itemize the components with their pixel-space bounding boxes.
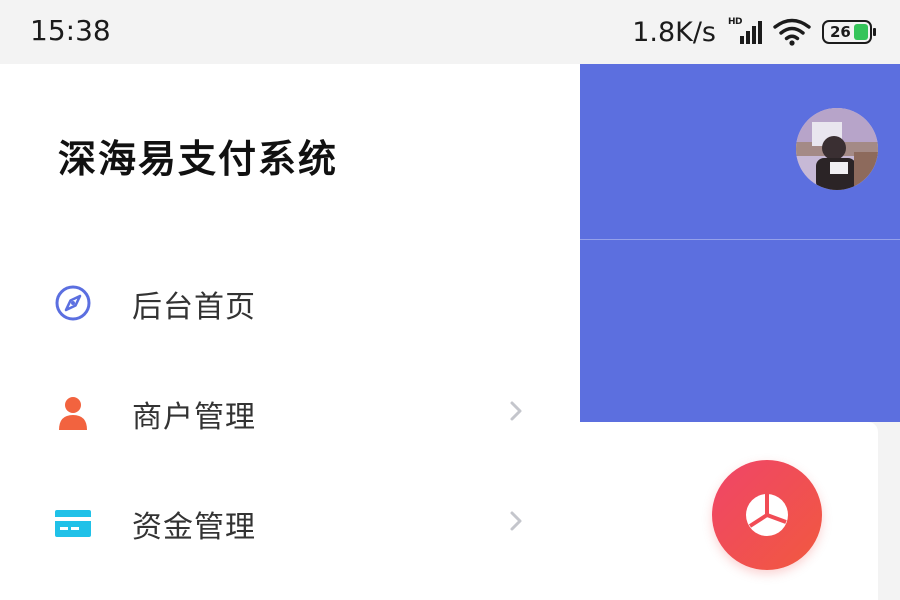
user-avatar[interactable] <box>796 108 878 190</box>
menu-item-funds[interactable]: 资金管理 <box>0 472 580 572</box>
drawer-title: 深海易支付系统 <box>58 137 339 181</box>
menu-item-label: 资金管理 <box>132 510 256 545</box>
battery-icon: 26 <box>822 20 876 44</box>
menu-item-merchant[interactable]: 商户管理 <box>0 362 580 462</box>
navigation-drawer: 深海易支付系统 后台首页 商户管理 资金管理 <box>0 64 580 600</box>
status-time: 15:38 <box>30 14 111 47</box>
card-icon <box>54 504 92 542</box>
header-divider <box>580 239 900 240</box>
network-speed: 1.8K/s <box>632 16 716 48</box>
wifi-icon <box>773 18 811 46</box>
pie-chart-icon <box>746 494 788 536</box>
user-icon <box>54 394 92 432</box>
status-indicators: 1.8K/s HD 26 <box>632 14 876 50</box>
status-bar: 15:38 1.8K/s HD 26 <box>0 0 900 64</box>
chevron-right-icon <box>510 401 522 421</box>
battery-level: 26 <box>830 23 851 41</box>
compass-icon <box>54 284 92 322</box>
avatar-image <box>796 108 878 190</box>
menu-item-label: 后台首页 <box>132 290 256 325</box>
chevron-right-icon <box>510 511 522 531</box>
menu-item-home[interactable]: 后台首页 <box>0 252 580 352</box>
stats-button[interactable] <box>712 460 822 570</box>
signal-icon: HD <box>726 17 762 47</box>
hd-badge: HD <box>728 17 743 27</box>
menu-item-label: 商户管理 <box>132 400 256 435</box>
